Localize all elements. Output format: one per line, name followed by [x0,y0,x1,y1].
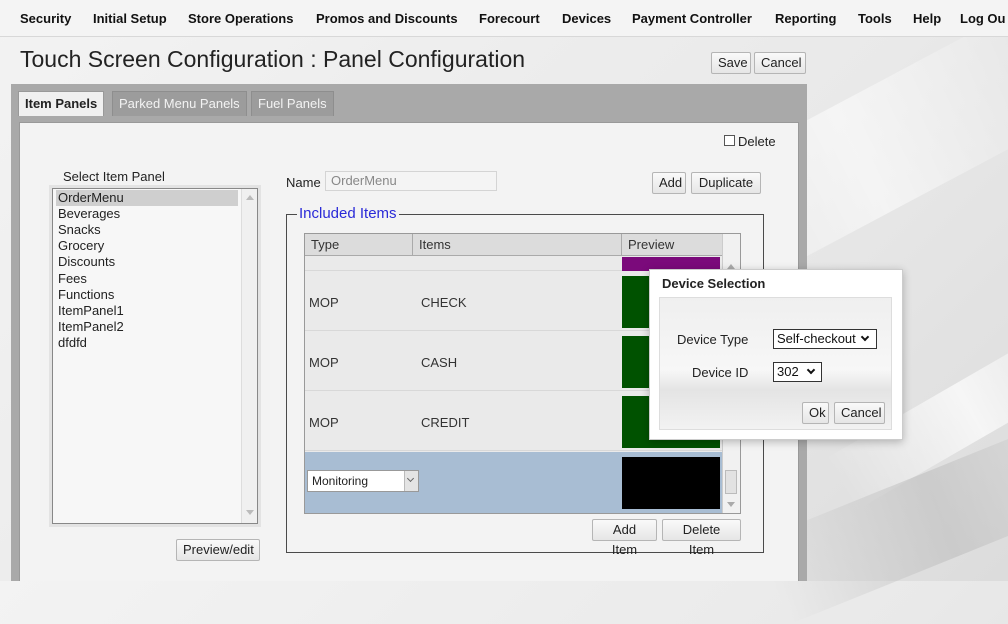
type-select-value: Monitoring [312,474,369,488]
nav-tools[interactable]: Tools [858,11,892,26]
dialog-cancel-button[interactable]: Cancel [834,402,885,424]
nav-log-out[interactable]: Log Ou [960,11,1006,26]
nav-reporting[interactable]: Reporting [775,11,836,26]
device-id-value: 302 [777,364,799,379]
row-item: CREDIT [421,415,470,430]
delete-item-button[interactable]: Delete Item [662,519,741,557]
tab-bar: Item Panels Parked Menu Panels Fuel Pane… [11,84,807,116]
included-items-legend: Included Items [297,205,399,222]
dialog-body: Device Type Self-checkout Device ID 302 … [659,297,892,430]
device-type-label: Device Type [677,332,749,347]
name-label: Name [286,175,321,190]
type-select[interactable]: Monitoring [307,470,419,492]
chevron-down-icon[interactable] [404,471,418,491]
column-header-items[interactable]: Items [413,234,622,256]
nav-help[interactable]: Help [913,11,941,26]
preview-swatch [622,457,720,509]
top-nav: Security Initial Setup Store Operations … [0,0,1008,37]
tab-item-panels[interactable]: Item Panels [18,91,105,116]
list-item[interactable]: Grocery [56,238,104,254]
add-item-button[interactable]: Add Item [592,519,657,557]
chevron-glyph [406,474,415,483]
device-type-value: Self-checkout [777,331,856,346]
nav-payment-controller[interactable]: Payment Controller [632,11,752,26]
item-panel-listbox[interactable]: OrderMenu Beverages Snacks Grocery Disco… [52,188,258,524]
nav-forecourt[interactable]: Forecourt [479,11,540,26]
list-scrollbar[interactable] [241,189,257,523]
tab-parked-menu-panels[interactable]: Parked Menu Panels [112,91,247,116]
row-type: MOP [309,355,339,370]
device-id-select[interactable]: 302 [773,362,822,382]
device-id-label: Device ID [692,365,749,380]
cancel-button[interactable]: Cancel [754,52,806,74]
dialog-title: Device Selection [662,276,766,291]
list-item[interactable]: ItemPanel1 [56,303,124,319]
grid-header: Type Items Preview [305,234,724,256]
row-type: MOP [309,295,339,310]
list-item[interactable]: Beverages [56,206,120,222]
list-item[interactable]: Discounts [56,254,115,270]
duplicate-button[interactable]: Duplicate [691,172,761,194]
add-button[interactable]: Add [652,172,686,194]
list-item[interactable]: dfdfd [56,335,87,351]
row-type: MOP [309,415,339,430]
table-row-editing[interactable]: Monitoring [305,452,724,513]
row-item: CHECK [421,295,467,310]
nav-store-operations[interactable]: Store Operations [188,11,293,26]
delete-checkbox[interactable] [724,135,735,146]
nav-initial-setup[interactable]: Initial Setup [93,11,167,26]
device-selection-dialog: Device Selection Device Type Self-checko… [649,269,903,440]
preview-edit-button[interactable]: Preview/edit [176,539,260,561]
scroll-down-icon[interactable] [727,502,735,507]
chevron-down-icon [860,332,870,342]
nav-promos-and-discounts[interactable]: Promos and Discounts [316,11,458,26]
tab-fuel-panels[interactable]: Fuel Panels [251,91,334,116]
select-item-panel-label: Select Item Panel [63,169,165,184]
save-button[interactable]: Save [711,52,751,74]
list-item[interactable]: Functions [56,287,114,303]
nav-devices[interactable]: Devices [562,11,611,26]
name-field[interactable]: OrderMenu [325,171,497,191]
scroll-down-icon[interactable] [246,510,254,515]
row-item: CASH [421,355,458,370]
chevron-down-icon [806,365,816,375]
device-type-select[interactable]: Self-checkout [773,329,877,349]
list-item[interactable]: ItemPanel2 [56,319,124,335]
page-title: Touch Screen Configuration : Panel Confi… [20,46,526,72]
ok-button[interactable]: Ok [802,402,829,424]
list-item[interactable]: OrderMenu [56,190,238,206]
scroll-up-icon[interactable] [246,195,254,200]
column-header-preview[interactable]: Preview [622,234,724,256]
nav-security[interactable]: Security [20,11,71,26]
delete-label: Delete [738,134,776,149]
scroll-thumb[interactable] [725,470,737,494]
column-header-type[interactable]: Type [305,234,413,256]
list-item[interactable]: Snacks [56,222,101,238]
list-item[interactable]: Fees [56,271,87,287]
